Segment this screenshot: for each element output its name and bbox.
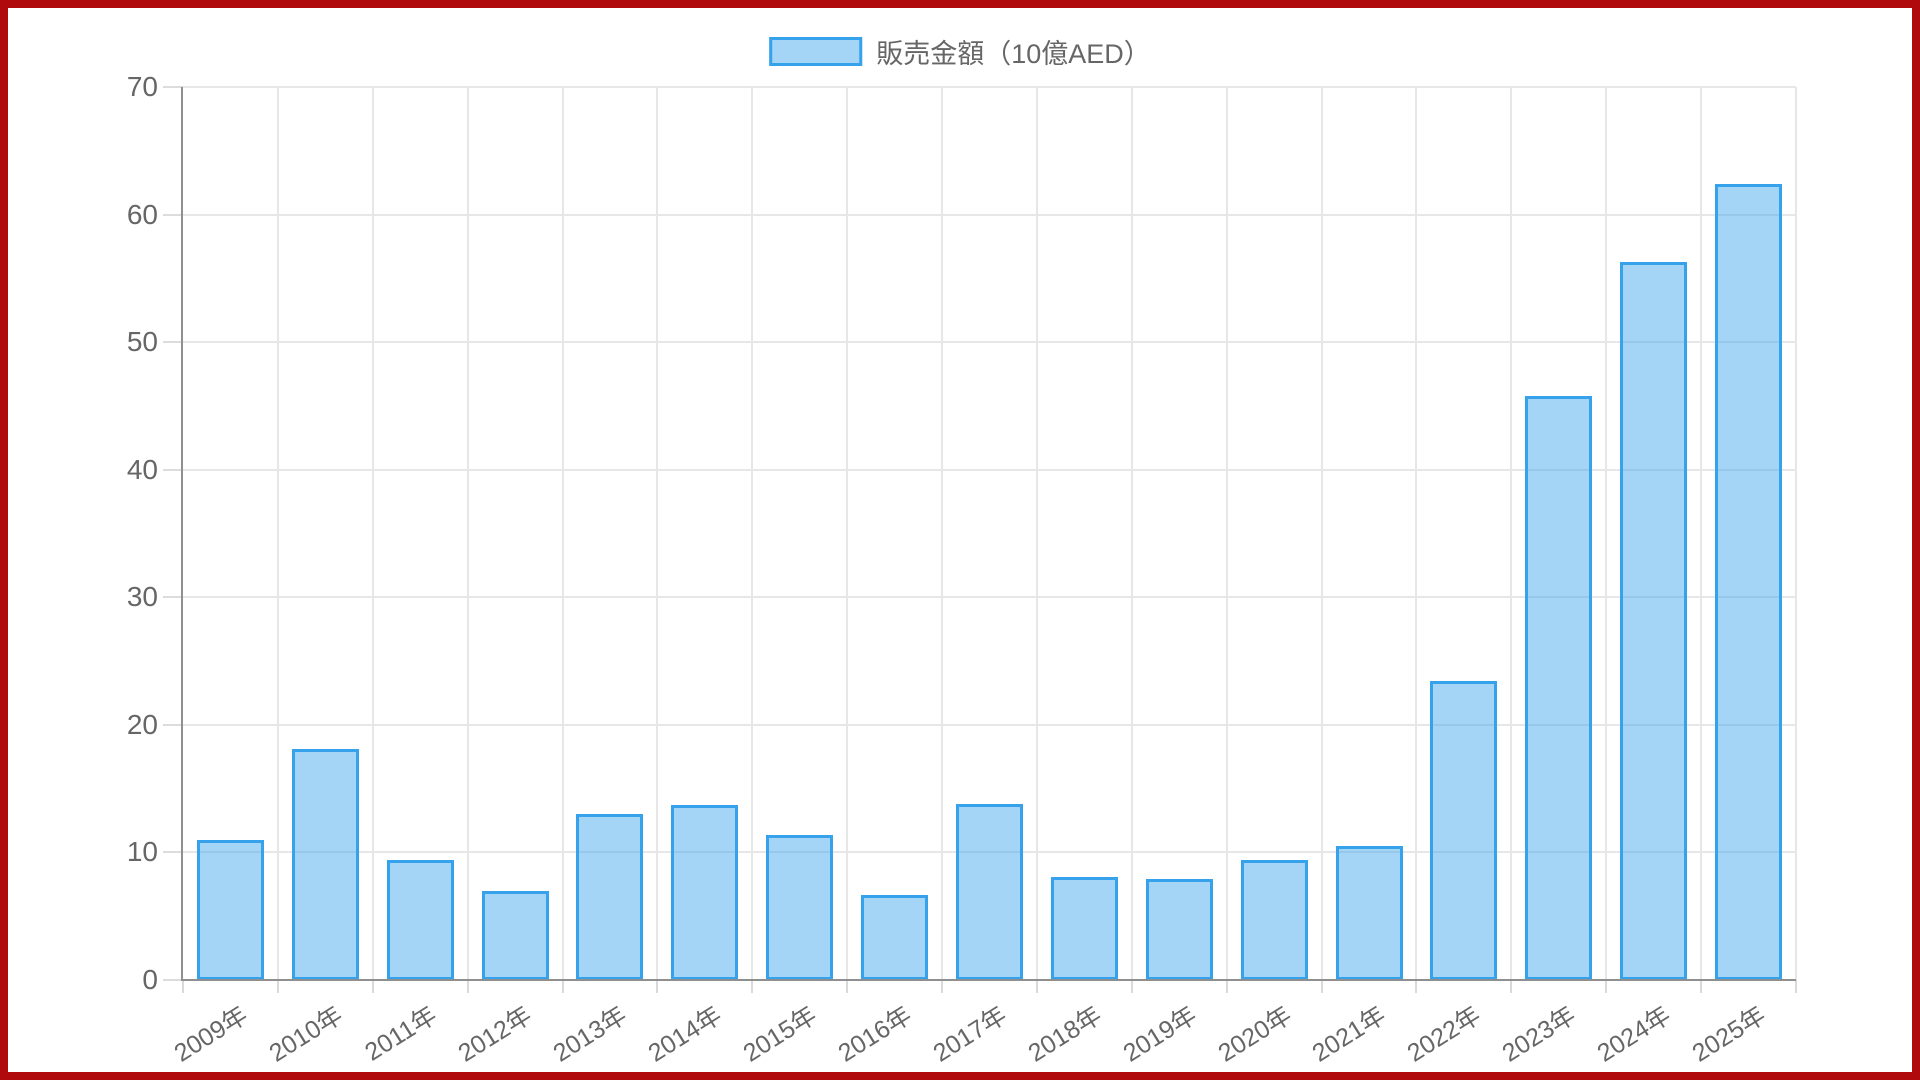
x-gridline: [1036, 87, 1038, 980]
y-axis-label: 20: [0, 709, 158, 741]
y-axis-tick: [163, 979, 183, 981]
x-axis-label: 2019年: [1115, 996, 1202, 1069]
y-axis-label: 40: [0, 454, 158, 486]
y-axis-label: 30: [0, 581, 158, 613]
x-gridline: [751, 87, 753, 980]
y-axis-tick: [163, 851, 183, 853]
y-axis-label: 50: [0, 326, 158, 358]
x-axis-label: 2014年: [640, 996, 727, 1069]
x-axis-tick: [656, 980, 658, 993]
x-axis-label: 2009年: [166, 996, 253, 1069]
x-gridline: [467, 87, 469, 980]
bar-2011年[interactable]: [387, 860, 454, 980]
x-axis-line: [181, 979, 1796, 981]
x-axis-tick: [372, 980, 374, 993]
bar-2010年[interactable]: [292, 749, 359, 980]
bar-2021年[interactable]: [1336, 846, 1403, 980]
y-axis-line: [181, 87, 183, 980]
x-gridline: [1605, 87, 1607, 980]
x-axis-label: 2010年: [261, 996, 348, 1069]
y-axis-label: 60: [0, 199, 158, 231]
bar-2016年[interactable]: [861, 895, 928, 980]
x-axis-label: 2015年: [735, 996, 822, 1069]
y-axis-tick: [163, 596, 183, 598]
x-axis-label: 2021年: [1305, 996, 1392, 1069]
x-axis-label: 2024年: [1589, 996, 1676, 1069]
x-gridline: [1415, 87, 1417, 980]
x-axis-tick: [1700, 980, 1702, 993]
x-gridline: [562, 87, 564, 980]
legend-label: 販売金額（10億AED）: [876, 32, 1151, 71]
x-axis-tick: [277, 980, 279, 993]
x-gridline: [372, 87, 374, 980]
y-axis-tick: [163, 86, 183, 88]
y-axis-tick: [163, 341, 183, 343]
x-axis-tick: [751, 980, 753, 993]
bar-2022年[interactable]: [1430, 681, 1497, 980]
bar-2009年[interactable]: [197, 840, 264, 980]
x-gridline: [1795, 87, 1797, 980]
x-gridline: [656, 87, 658, 980]
y-axis-label: 70: [0, 71, 158, 103]
legend-swatch: [769, 37, 862, 66]
x-axis-tick: [846, 980, 848, 993]
bar-2019年[interactable]: [1146, 879, 1213, 980]
y-axis-label: 10: [0, 836, 158, 868]
x-axis-tick: [1415, 980, 1417, 993]
x-axis-tick: [1321, 980, 1323, 993]
bar-2018年[interactable]: [1051, 877, 1118, 980]
bar-2020年[interactable]: [1241, 860, 1308, 980]
x-gridline: [1131, 87, 1133, 980]
x-axis-tick: [562, 980, 564, 993]
y-axis-tick: [163, 724, 183, 726]
x-axis-label: 2018年: [1020, 996, 1107, 1069]
x-axis-label: 2012年: [451, 996, 538, 1069]
x-axis-tick: [941, 980, 943, 993]
x-axis-label: 2023年: [1494, 996, 1581, 1069]
bar-2023年[interactable]: [1525, 396, 1592, 980]
y-gridline: [183, 341, 1796, 343]
y-gridline: [183, 86, 1796, 88]
x-axis-label: 2013年: [546, 996, 633, 1069]
bar-2014年[interactable]: [671, 805, 738, 980]
x-gridline: [277, 87, 279, 980]
x-gridline: [1226, 87, 1228, 980]
y-axis-tick: [163, 214, 183, 216]
x-axis-label: 2011年: [357, 996, 443, 1068]
x-axis-tick: [1795, 980, 1797, 993]
x-axis-tick: [1131, 980, 1133, 993]
bar-2012年[interactable]: [482, 891, 549, 980]
x-axis-label: 2020年: [1210, 996, 1297, 1069]
x-axis-label: 2022年: [1400, 996, 1487, 1069]
x-axis-tick: [1036, 980, 1038, 993]
y-axis-tick: [163, 469, 183, 471]
bar-2015年[interactable]: [766, 835, 833, 980]
x-axis-tick: [1510, 980, 1512, 993]
x-gridline: [1700, 87, 1702, 980]
x-gridline: [1321, 87, 1323, 980]
plot-area: 0 10 20 30 40 50 60 70 2009年2010年2011年2012年2013年…: [0, 0, 1920, 1080]
x-axis-label: 2016年: [830, 996, 917, 1069]
y-axis-label: 0: [0, 964, 158, 996]
y-gridline: [183, 214, 1796, 216]
bar-2013年[interactable]: [576, 814, 643, 980]
legend-item[interactable]: 販売金額（10億AED）: [769, 32, 1151, 71]
x-axis-tick: [467, 980, 469, 993]
x-axis-tick: [1226, 980, 1228, 993]
x-gridline: [1510, 87, 1512, 980]
bar-2024年[interactable]: [1620, 262, 1687, 980]
x-axis-tick: [182, 980, 184, 993]
x-axis-label: 2017年: [925, 996, 1012, 1069]
x-axis-label: 2025年: [1684, 996, 1771, 1069]
bar-2025年[interactable]: [1715, 184, 1782, 980]
x-axis-tick: [1605, 980, 1607, 993]
chart-page: 販売金額（10億AED） 0102030405060702009年2010年20…: [0, 0, 1920, 1080]
x-gridline: [941, 87, 943, 980]
bar-2017年[interactable]: [956, 804, 1023, 980]
x-gridline: [846, 87, 848, 980]
